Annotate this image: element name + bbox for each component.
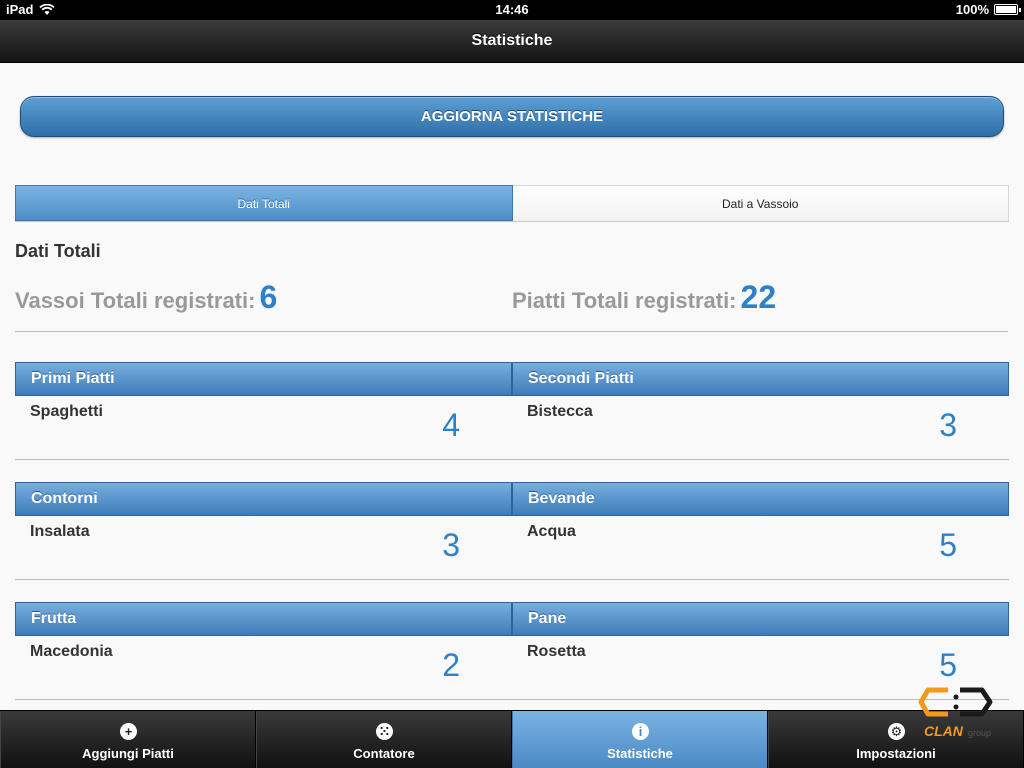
tab-label: Impostazioni bbox=[856, 746, 936, 761]
totals-row: Vassoi Totali registrati: 6 Piatti Totali… bbox=[15, 279, 1008, 332]
info-icon: i bbox=[632, 723, 649, 740]
segment-total-data[interactable]: Dati Totali bbox=[15, 185, 513, 221]
category-header: Contorni bbox=[15, 482, 512, 516]
category-card-frutta: Frutta Macedonia 2 bbox=[15, 602, 512, 700]
tab-label: Statistiche bbox=[607, 746, 673, 761]
battery-icon bbox=[994, 4, 1021, 15]
category-item: Spaghetti bbox=[30, 403, 103, 420]
tab-label: Aggiungi Piatti bbox=[82, 746, 174, 761]
category-count: 3 bbox=[939, 407, 957, 443]
clock: 14:46 bbox=[495, 2, 529, 17]
category-item: Acqua bbox=[527, 523, 576, 540]
logo-text: CLAN bbox=[924, 723, 964, 739]
category-card-contorni: Contorni Insalata 3 bbox=[15, 482, 512, 580]
category-header: Primi Piatti bbox=[15, 362, 512, 396]
page-title: Statistiche bbox=[471, 32, 553, 49]
total-dishes-value: 22 bbox=[740, 279, 777, 315]
total-trays: Vassoi Totali registrati: 6 bbox=[15, 279, 277, 316]
total-trays-value: 6 bbox=[259, 279, 278, 315]
category-item: Insalata bbox=[30, 523, 90, 540]
category-count: 2 bbox=[442, 647, 460, 683]
category-count: 5 bbox=[939, 647, 957, 683]
status-bar: iPad 14:46 100% bbox=[0, 0, 1024, 20]
logo-suffix: group bbox=[968, 728, 991, 738]
segmented-control: Dati Totali Dati a Vassoio bbox=[15, 185, 1009, 222]
gear-icon: ⚙ bbox=[888, 723, 905, 740]
category-header: Secondi Piatti bbox=[512, 362, 1009, 396]
category-item: Rosetta bbox=[527, 643, 586, 660]
category-card-primi: Primi Piatti Spaghetti 4 bbox=[15, 362, 512, 460]
tab-statistics[interactable]: i Statistiche bbox=[512, 711, 768, 768]
category-item: Bistecca bbox=[527, 403, 593, 420]
category-card-bevande: Bevande Acqua 5 bbox=[512, 482, 1009, 580]
tab-label: Contatore bbox=[353, 746, 415, 761]
tab-bar: + Aggiungi Piatti ⁙ Contatore i Statisti… bbox=[0, 710, 1024, 768]
tab-counter[interactable]: ⁙ Contatore bbox=[256, 711, 512, 768]
total-dishes-label: Piatti Totali registrati: bbox=[512, 288, 737, 313]
navigation-bar: Statistiche bbox=[0, 20, 1024, 63]
tab-add-dishes[interactable]: + Aggiungi Piatti bbox=[0, 711, 256, 768]
refresh-statistics-button[interactable]: AGGIORNA STATISTICHE bbox=[20, 96, 1004, 137]
category-header: Frutta bbox=[15, 602, 512, 636]
statistics-content: AGGIORNA STATISTICHE Dati Totali Dati a … bbox=[0, 63, 1024, 710]
category-count: 3 bbox=[442, 527, 460, 563]
total-trays-label: Vassoi Totali registrati: bbox=[15, 288, 256, 313]
section-title: Dati Totali bbox=[15, 241, 101, 261]
clan-group-logo: CLAN group bbox=[918, 687, 993, 739]
category-count: 5 bbox=[939, 527, 957, 563]
category-header: Bevande bbox=[512, 482, 1009, 516]
grid-icon: ⁙ bbox=[376, 723, 393, 740]
category-header: Pane bbox=[512, 602, 1009, 636]
category-item: Macedonia bbox=[30, 643, 113, 660]
category-card-secondi: Secondi Piatti Bistecca 3 bbox=[512, 362, 1009, 460]
battery-percentage: 100% bbox=[955, 2, 989, 17]
category-count: 4 bbox=[442, 407, 460, 443]
total-dishes: Piatti Totali registrati: 22 bbox=[512, 279, 776, 316]
plus-icon: + bbox=[120, 723, 137, 740]
segment-tray-data[interactable]: Dati a Vassoio bbox=[512, 185, 1009, 221]
